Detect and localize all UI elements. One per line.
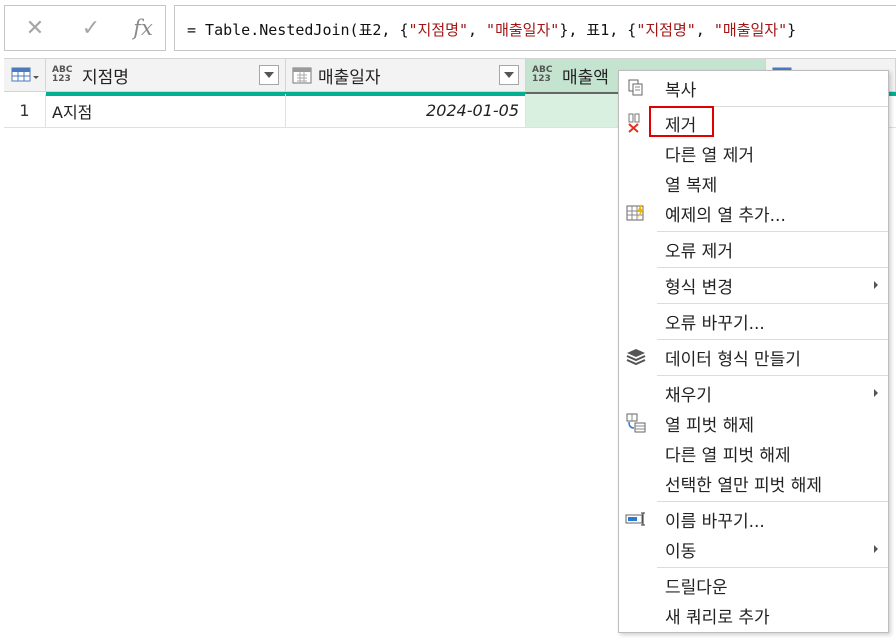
data-type-icon xyxy=(625,347,647,367)
submenu-arrow-icon xyxy=(874,545,878,553)
column-from-examples-icon xyxy=(625,203,647,223)
formula-text: = Table.NestedJoin(표2, {"지점명", "매출일자"}, … xyxy=(187,21,797,39)
menu-item-replace-errors[interactable]: 오류 바꾸기... xyxy=(619,306,888,336)
menu-item-copy[interactable]: 복사 xyxy=(619,73,888,103)
table-menu-icon[interactable] xyxy=(4,59,46,91)
menu-separator xyxy=(657,375,888,376)
column-title: 매출액 xyxy=(562,67,609,88)
highlight-box xyxy=(649,106,714,137)
rename-icon xyxy=(625,509,647,529)
cancel-icon[interactable]: ✕ xyxy=(15,6,55,50)
menu-separator xyxy=(657,567,888,568)
formula-controls: ✕ ✓ fx xyxy=(4,5,166,51)
menu-separator xyxy=(657,303,888,304)
menu-separator xyxy=(657,501,888,502)
fx-icon[interactable]: fx xyxy=(123,6,163,50)
menu-item-change-type[interactable]: 형식 변경 xyxy=(619,270,888,300)
menu-separator xyxy=(657,231,888,232)
menu-item-fill[interactable]: 채우기 xyxy=(619,378,888,408)
copy-icon xyxy=(625,78,647,98)
menu-separator xyxy=(657,267,888,268)
table-cell[interactable]: 2024-01-05 xyxy=(286,94,526,127)
menu-item-duplicate-column[interactable]: 열 복제 xyxy=(619,168,888,198)
any-type-icon[interactable]: ABC 123 xyxy=(52,66,76,84)
column-title: 매출일자 xyxy=(318,67,381,88)
menu-item-create-data-type[interactable]: 데이터 형식 만들기 xyxy=(619,342,888,372)
submenu-arrow-icon xyxy=(874,281,878,289)
menu-item-drill-down[interactable]: 드릴다운 xyxy=(619,570,888,600)
menu-item-remove-errors[interactable]: 오류 제거 xyxy=(619,234,888,264)
formula-input[interactable]: = Table.NestedJoin(표2, {"지점명", "매출일자"}, … xyxy=(174,5,896,51)
menu-item-remove-other-columns[interactable]: 다른 열 제거 xyxy=(619,138,888,168)
calendar-icon[interactable] xyxy=(292,66,312,84)
menu-item-unpivot-columns[interactable]: 열 피벗 해제 xyxy=(619,408,888,438)
table-cell[interactable]: A지점 xyxy=(46,94,286,127)
remove-icon xyxy=(625,113,647,133)
menu-item-rename[interactable]: 이름 바꾸기... xyxy=(619,504,888,534)
column-header-maechul-ilja[interactable]: 매출일자 xyxy=(286,59,526,91)
unpivot-icon xyxy=(625,413,647,433)
submenu-arrow-icon xyxy=(874,389,878,397)
row-number: 1 xyxy=(4,94,46,127)
menu-item-column-from-examples[interactable]: 예제의 열 추가... xyxy=(619,198,888,228)
column-title: 지점명 xyxy=(82,67,129,88)
context-menu: 복사 제거 다른 열 제거 열 복제 예제의 열 추가... 오류 제거 형식 … xyxy=(618,70,889,633)
menu-item-unpivot-other-columns[interactable]: 다른 열 피벗 해제 xyxy=(619,438,888,468)
menu-separator xyxy=(657,339,888,340)
confirm-icon[interactable]: ✓ xyxy=(71,6,111,50)
filter-dropdown-button[interactable] xyxy=(499,65,519,85)
menu-item-unpivot-only-selected[interactable]: 선택한 열만 피벗 해제 xyxy=(619,468,888,498)
menu-item-add-as-new-query[interactable]: 새 쿼리로 추가 xyxy=(619,600,888,630)
filter-dropdown-button[interactable] xyxy=(259,65,279,85)
any-type-icon[interactable]: ABC 123 xyxy=(532,66,556,84)
column-header-jijeommyeong[interactable]: ABC 123 지점명 xyxy=(46,59,286,91)
menu-item-move[interactable]: 이동 xyxy=(619,534,888,564)
